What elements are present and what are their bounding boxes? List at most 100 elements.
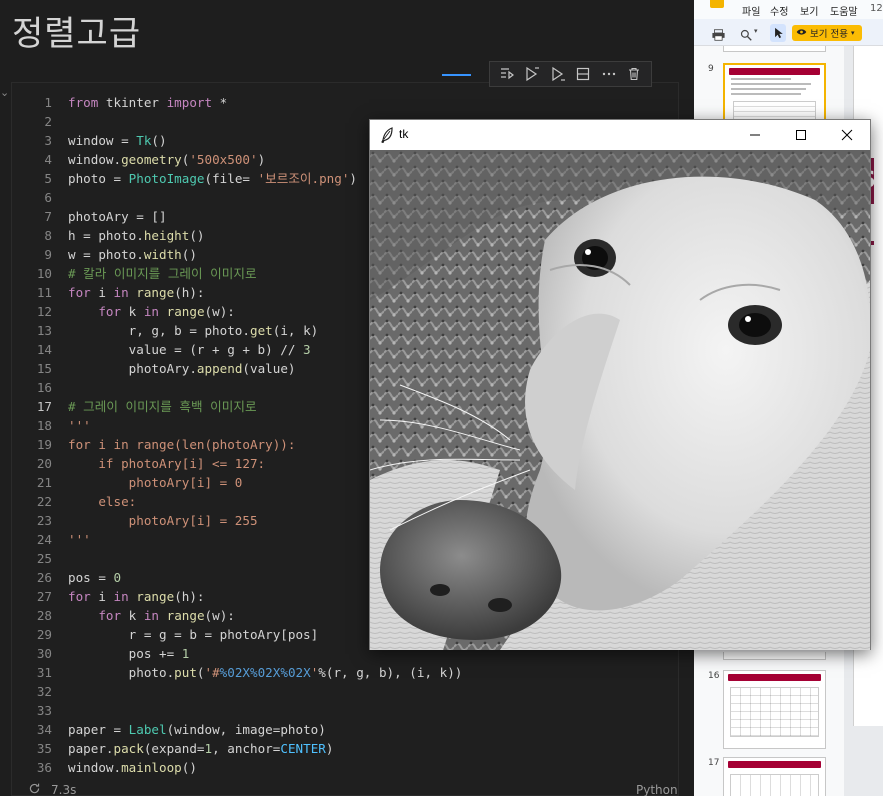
line-number: 29 (36, 627, 52, 642)
line-number: 13 (36, 323, 52, 338)
menu-edit[interactable]: 수정 (770, 3, 788, 18)
line-number: 36 (36, 760, 52, 775)
tk-window[interactable]: tk (369, 119, 871, 650)
code-text: photoAry.append(value) (68, 361, 296, 376)
zoom-chevron-icon[interactable]: ▾ (754, 27, 758, 35)
view-only-label: 보기 전용 (810, 29, 848, 40)
code-text: pos += 1 (68, 646, 190, 661)
menu-file[interactable]: 파일 (742, 3, 760, 18)
refresh-icon[interactable] (28, 782, 41, 796)
code-text: r = g = b = photoAry[pos] (68, 627, 319, 642)
menu-overflow: 12 (870, 3, 883, 14)
slide-thumbnail-16[interactable] (723, 670, 826, 749)
slide-header-bar (728, 674, 821, 681)
app-logo (710, 0, 724, 8)
menu-view[interactable]: 보기 (800, 3, 818, 18)
line-number: 2 (44, 114, 52, 129)
code-line[interactable]: 1 from tkinter import * (12, 93, 680, 112)
code-text: photo.put('#%02X%02X%02X'%(r, g, b), (i,… (68, 665, 463, 680)
line-number: 8 (44, 228, 52, 243)
more-icon[interactable] (599, 64, 619, 84)
code-text: for i in range(len(photoAry)): (68, 437, 296, 452)
line-number: 30 (36, 646, 52, 661)
chevron-down-icon[interactable]: ⌄ (0, 86, 9, 99)
print-icon[interactable] (712, 26, 725, 45)
doc-toolbar: ▾ 보기 전용 ▾ (694, 19, 883, 46)
line-number: 9 (44, 247, 52, 262)
code-line[interactable]: 31 photo.put('#%02X%02X%02X'%(r, g, b), … (12, 663, 680, 682)
grayscale-dog-image (370, 150, 870, 650)
line-number: 34 (36, 722, 52, 737)
code-text: photoAry[i] = 255 (68, 513, 258, 528)
line-number: 17 (36, 399, 52, 414)
code-text: pos = 0 (68, 570, 122, 585)
code-line[interactable]: 33 (12, 701, 680, 720)
run-time: 7.3s (51, 783, 77, 796)
line-number: 4 (44, 152, 52, 167)
close-icon (841, 129, 853, 141)
code-text: window.geometry('500x500') (68, 152, 266, 167)
line-number: 24 (36, 532, 52, 547)
close-button[interactable] (824, 120, 870, 150)
code-text: window.mainloop() (68, 760, 197, 775)
slide-thumbnail-17[interactable] (723, 757, 826, 796)
cell-run-status: 7.3s (28, 782, 76, 796)
run-by-line-icon[interactable] (497, 64, 517, 84)
line-number: 10 (36, 266, 52, 281)
execute-above-icon[interactable] (522, 64, 542, 84)
line-number: 23 (36, 513, 52, 528)
line-number: 20 (36, 456, 52, 471)
line-number: 33 (36, 703, 52, 718)
minimize-button[interactable] (732, 120, 778, 150)
cell-toolbar (489, 61, 652, 87)
select-cursor-icon[interactable] (770, 24, 786, 42)
code-text: window = Tk() (68, 133, 167, 148)
line-number: 14 (36, 342, 52, 357)
code-text: # 그레이 이미지를 흑백 이미지로 (68, 399, 257, 414)
window-titlebar[interactable]: tk (370, 120, 870, 150)
slide-thumbnail-partial[interactable] (723, 652, 826, 660)
code-text: for k in range(w): (98, 608, 235, 623)
code-text: else: (68, 494, 137, 509)
code-text: photoAry = [] (68, 209, 167, 224)
line-number: 18 (36, 418, 52, 433)
code-line[interactable]: 32 (12, 682, 680, 701)
line-number: 1 (44, 95, 52, 110)
line-number: 19 (36, 437, 52, 452)
chevron-down-icon: ▾ (850, 29, 855, 37)
code-line[interactable]: 34 paper = Label(window, image=photo) (12, 720, 680, 739)
window-title: tk (399, 127, 409, 141)
line-number: 21 (36, 475, 52, 490)
split-cell-icon[interactable] (573, 64, 593, 84)
code-text: for i in range(h): (68, 285, 205, 300)
language-indicator[interactable]: Python (636, 783, 678, 796)
delete-icon[interactable] (624, 64, 644, 84)
line-number: 12 (36, 304, 52, 319)
menu-help[interactable]: 도움말 (830, 3, 858, 18)
slide-number: 16 (708, 671, 720, 681)
code-text: paper.pack(expand=1, anchor=CENTER) (68, 741, 334, 756)
line-number: 5 (44, 171, 52, 186)
maximize-button[interactable] (778, 120, 824, 150)
code-text: h = photo.height() (68, 228, 205, 243)
code-text: photo = PhotoImage(file= '보르조이.png') (68, 171, 358, 186)
code-text: # 칼라 이미지를 그레이 이미지로 (68, 266, 257, 281)
line-number: 28 (36, 608, 52, 623)
code-text: for i in range(h): (68, 589, 205, 604)
tk-feather-icon (381, 127, 393, 143)
minimize-icon (750, 134, 760, 136)
execute-below-icon[interactable] (548, 64, 568, 84)
code-line[interactable]: 35 paper.pack(expand=1, anchor=CENTER) (12, 739, 680, 758)
menu-bar: 파일 수정 보기 도움말 12 (694, 0, 883, 19)
line-number: 26 (36, 570, 52, 585)
eye-icon (796, 28, 807, 39)
maximize-icon (796, 130, 806, 140)
active-tab-indicator (442, 74, 471, 76)
line-number: 16 (36, 380, 52, 395)
code-line[interactable]: 36 window.mainloop() (12, 758, 680, 777)
slide-thumbnail-partial[interactable] (723, 46, 826, 52)
view-only-button[interactable]: 보기 전용 ▾ (792, 25, 862, 41)
zoom-icon[interactable] (740, 26, 752, 45)
line-number: 3 (44, 133, 52, 148)
line-number: 6 (44, 190, 52, 205)
